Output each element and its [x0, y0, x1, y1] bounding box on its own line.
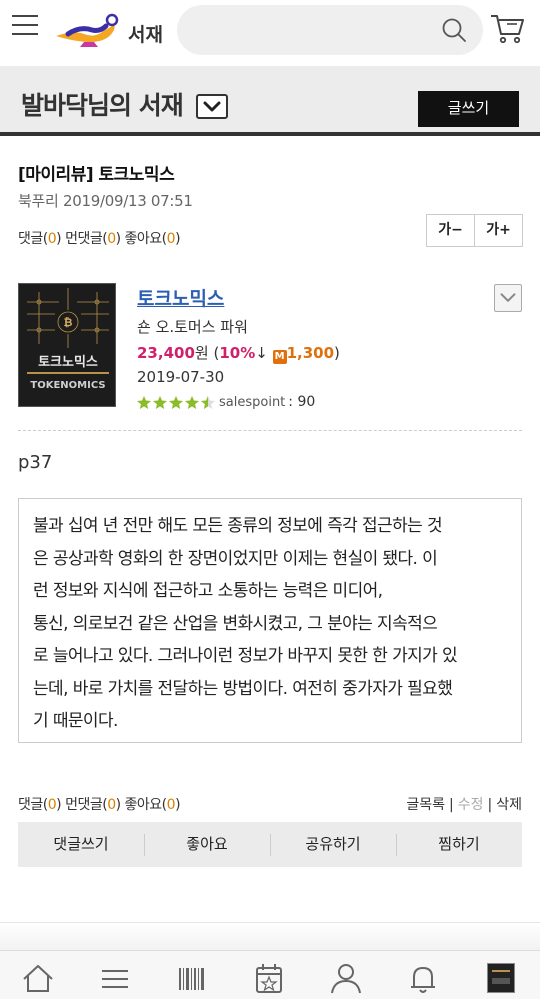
book-cover[interactable]: ₿ 토크노믹스 TOKENOMICS [18, 283, 116, 407]
quote-line: 런 정보와 지식에 접근하고 소통하는 능력은 미디어, [33, 581, 383, 601]
book-price: 23,400원 (10%↓ M 1,300) [137, 344, 340, 364]
quote-line: 통신, 의로보건 같은 산업을 변화시켰고, 그 분야는 지속적으 [33, 613, 438, 634]
menu-icon[interactable] [95, 961, 135, 995]
font-increase-button[interactable]: 가+ [475, 215, 522, 246]
aladin-lamp-logo[interactable] [54, 12, 124, 48]
trackback-label[interactable]: 먼댓글 [65, 797, 103, 813]
book-rating: salespoint : 90 [137, 394, 315, 410]
barcode-icon[interactable] [172, 961, 212, 995]
post-stats: 댓글(0) 먼댓글(0) 좋아요(0) [18, 231, 181, 247]
trackback-count[interactable]: 0 [107, 231, 116, 247]
like-label[interactable]: 좋아요 [125, 797, 163, 813]
cover-title: 토크노믹스 [38, 355, 98, 370]
like-label[interactable]: 좋아요 [125, 231, 163, 247]
like-button[interactable]: 좋아요 [144, 822, 270, 867]
post-meta: 북푸리 2019/09/13 07:51 [18, 190, 193, 211]
cover-subtitle: TOKENOMICS [30, 380, 105, 391]
bookmark-button[interactable]: 찜하기 [396, 822, 522, 867]
person-icon[interactable] [326, 961, 366, 995]
edit-link[interactable]: 수정 [458, 797, 484, 813]
bell-icon[interactable] [403, 961, 443, 995]
book-author: 숀 오.토머스 파워 [137, 318, 248, 336]
separator: | [487, 797, 493, 813]
discount-rate: 10% [219, 344, 256, 362]
search-icon[interactable] [441, 17, 467, 43]
delete-link[interactable]: 삭제 [496, 797, 522, 813]
svg-text:₿: ₿ [64, 316, 73, 329]
recent-book-thumbnail[interactable] [487, 963, 515, 993]
price-value: 23,400 [137, 344, 195, 362]
home-icon[interactable] [18, 961, 58, 995]
comment-count[interactable]: 0 [48, 231, 57, 247]
library-header: 발바닥님의 서재 글쓰기 [0, 66, 540, 132]
quote-line: 는데, 바로 가치를 전달하는 방법이다. 여전히 중가자가 필요했 [33, 678, 453, 699]
mileage-icon: M [272, 350, 287, 364]
share-button[interactable]: 공유하기 [270, 822, 396, 867]
like-count[interactable]: 0 [167, 797, 176, 813]
book-pub-date: 2019-07-30 [137, 368, 225, 386]
post-stats-bottom: 댓글(0) 먼댓글(0) 좋아요(0) [18, 797, 181, 813]
salespoint-label: salespoint [219, 394, 286, 410]
post-datetime: 2019/09/13 07:51 [62, 192, 193, 210]
chevron-down-icon [500, 293, 516, 302]
quote-line: 로 늘어나고 있다. 그러나이런 정보가 바꾸지 못한 한 가지가 있 [33, 646, 458, 666]
post-list-link[interactable]: 글목록 [406, 797, 445, 813]
menu-icon[interactable] [12, 15, 38, 37]
post-title: [마이리뷰] 토크노믹스 [18, 165, 175, 185]
salespoint-value: : 90 [288, 394, 316, 410]
font-size-control: 가− 가+ [426, 214, 523, 247]
separator: | [449, 797, 454, 813]
divider [0, 922, 540, 952]
quote-line: 은 공상과학 영화의 한 장면이었지만 이제는 현실이 됐다. 이 [33, 548, 438, 569]
comment-count[interactable]: 0 [48, 797, 57, 813]
page-label: p37 [18, 452, 53, 473]
quote-line: 기 때문이다. [33, 711, 118, 731]
book-title-link[interactable]: 토크노믹스 [137, 284, 224, 311]
write-button[interactable]: 글쓰기 [418, 91, 519, 127]
bottom-nav [0, 950, 540, 999]
divider [18, 430, 522, 431]
chevron-down-icon [203, 101, 221, 112]
library-dropdown-button[interactable] [196, 94, 228, 119]
library-title: 발바닥님의 서재 [21, 91, 184, 120]
comment-label[interactable]: 댓글 [18, 231, 43, 247]
calendar-star-icon[interactable] [249, 961, 289, 995]
comment-label[interactable]: 댓글 [18, 797, 43, 813]
quote-box: 불과 십여 년 전만 해도 모든 종류의 정보에 즉각 접근하는 것 은 공상과… [18, 498, 522, 743]
post-author[interactable]: 북푸리 [18, 192, 59, 210]
trackback-count[interactable]: 0 [107, 797, 116, 813]
cart-icon[interactable] [489, 10, 525, 46]
trackback-label[interactable]: 먼댓글 [65, 231, 103, 247]
like-count[interactable]: 0 [167, 231, 176, 247]
write-comment-button[interactable]: 댓글쓰기 [18, 822, 144, 867]
book-cover-art: ₿ 토크노믹스 TOKENOMICS [19, 284, 115, 406]
action-bar: 댓글쓰기 좋아요 공유하기 찜하기 [18, 822, 522, 867]
search-input[interactable] [177, 5, 483, 55]
book-expand-button[interactable] [494, 284, 522, 312]
down-arrow-icon: ↓ [255, 344, 268, 362]
top-header: 서재 [0, 0, 540, 66]
post-links: 글목록 | 수정 | 삭제 [406, 794, 522, 814]
mileage-value: 1,300 [286, 344, 335, 362]
star-rating-icon [137, 396, 215, 409]
price-unit: 원 [194, 344, 209, 362]
quote-line: 불과 십여 년 전만 해도 모든 종류의 정보에 즉각 접근하는 것 [33, 516, 443, 536]
logo-text[interactable]: 서재 [128, 20, 163, 47]
font-decrease-button[interactable]: 가− [427, 215, 475, 246]
divider [0, 132, 540, 136]
